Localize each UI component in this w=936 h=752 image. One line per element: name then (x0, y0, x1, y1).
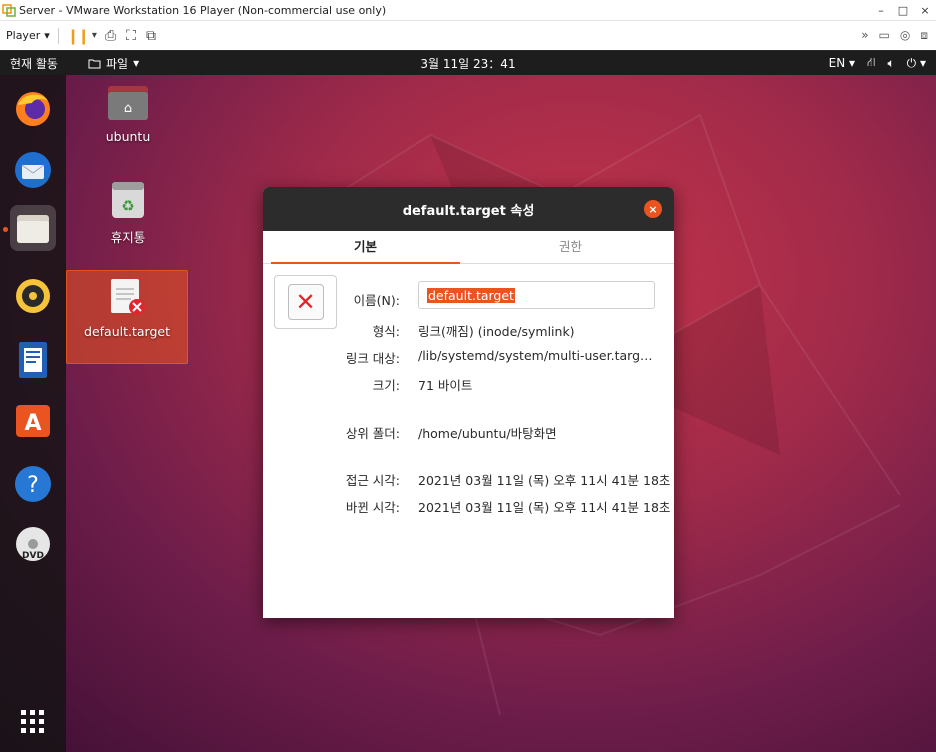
size-label: 크기: (372, 378, 400, 393)
parent-folder-value[interactable]: /home/ubuntu/바탕화면 (418, 423, 557, 442)
pause-dropdown-icon[interactable]: ▾ (92, 30, 97, 41)
files-app-menu[interactable]: 파일 ▾ (88, 55, 139, 72)
dialog-tabs: 기본 권한 (263, 231, 674, 264)
clock[interactable]: 3월 11일 23：41 (420, 57, 515, 71)
activities-button[interactable]: 현재 활동 (10, 55, 58, 72)
desktop-icon-default-target[interactable]: default.target (66, 270, 188, 364)
power-icon[interactable]: ⏻ ▾ (907, 56, 926, 71)
window-title: Server - VMware Workstation 16 Player (N… (19, 3, 387, 17)
desktop-icon-home[interactable]: ⌂ ubuntu (67, 82, 189, 144)
player-menu-label: Player (6, 29, 41, 42)
removable-device-icon[interactable]: ▭ (879, 28, 890, 43)
minimize-button[interactable]: – (870, 4, 892, 17)
files-menu-label: 파일 (105, 56, 129, 71)
type-label: 형식: (372, 324, 400, 339)
expand-toolbar-icon[interactable]: » (861, 28, 868, 43)
software-icon: A (16, 405, 50, 437)
dock-dvd[interactable]: DVD (10, 521, 56, 567)
tab-permissions[interactable]: 권한 (468, 231, 673, 263)
link-target-label: 링크 대상: (345, 351, 400, 366)
vmware-title-bar: Server - VMware Workstation 16 Player (N… (0, 0, 936, 21)
vmware-app-icon (2, 4, 16, 17)
desktop-icon-label: default.target (84, 324, 170, 339)
app-grid-icon (21, 710, 44, 733)
language-indicator[interactable]: EN ▾ (829, 56, 855, 70)
modified-label: 바뀐 시각: (345, 500, 400, 515)
svg-text:?: ? (27, 473, 39, 498)
svg-text:♻: ♻ (121, 197, 134, 215)
parent-folder-label: 상위 폴더: (345, 426, 400, 441)
name-field-value: default.target (427, 287, 515, 303)
svg-text:⌂: ⌂ (124, 101, 132, 116)
size-value: 71 바이트 (418, 378, 473, 393)
dialog-header: default.target 속성 × (263, 187, 674, 231)
dock-thunderbird[interactable] (10, 147, 56, 193)
desktop-icon-label: ubuntu (105, 129, 151, 144)
dock-files[interactable] (10, 205, 56, 251)
pause-icon[interactable]: ❙❙ (67, 27, 90, 45)
home-folder-icon: ⌂ (108, 86, 148, 120)
rhythmbox-icon (16, 279, 50, 313)
dock-libreoffice-writer[interactable] (10, 337, 56, 383)
desktop-icon-label: 휴지통 (110, 230, 146, 245)
toolbar-divider (57, 27, 59, 44)
unity-mode-icon[interactable]: ⧉ (146, 28, 156, 44)
send-ctrl-alt-del-icon[interactable]: ⎙ (105, 28, 116, 44)
running-indicator (3, 227, 8, 232)
firefox-icon (16, 92, 50, 126)
svg-text:DVD: DVD (22, 551, 44, 561)
ubuntu-dock: A ? DVD (0, 75, 66, 752)
cd-device-icon[interactable]: ◎ (900, 28, 910, 43)
vmware-toolbar: Player ▾ ❙❙ ▾ ⎙ ⛶ ⧉ » ▭ ◎ ⧈ (0, 21, 936, 50)
dock-help[interactable]: ? (10, 461, 56, 507)
dialog-title: default.target 속성 (402, 203, 535, 219)
broken-link-file-icon (111, 279, 145, 315)
trash-icon: ♻ (112, 182, 144, 218)
files-icon (17, 215, 49, 243)
network-device-icon[interactable]: ⧈ (920, 28, 928, 43)
volume-icon[interactable]: 🔈︎ (887, 56, 894, 71)
type-value: 링크(깨짐) (inode/symlink) (418, 324, 575, 339)
accessed-value: 2021년 03월 11일 (목) 오후 11시 41분 18초 (418, 473, 671, 488)
accessed-label: 접근 시각: (345, 473, 400, 488)
svg-text:A: A (24, 411, 41, 436)
tab-basic[interactable]: 기본 (263, 231, 468, 264)
dock-ubuntu-software[interactable]: A (10, 397, 56, 443)
writer-icon (19, 342, 47, 378)
ubuntu-top-bar: 현재 활동 파일 ▾ 3월 11일 23：41 EN ▾ ⛙ 🔈︎ ⏻ ▾ (0, 51, 936, 75)
show-applications-button[interactable] (10, 699, 56, 745)
help-icon: ? (15, 466, 51, 502)
name-label: 이름(N): (353, 293, 400, 308)
dock-firefox[interactable] (10, 85, 56, 131)
dialog-close-button[interactable]: × (644, 200, 662, 218)
network-icon[interactable]: ⛙ (867, 55, 875, 71)
maximize-button[interactable]: □ (892, 4, 914, 17)
desktop-icon-trash[interactable]: ♻ 휴지통 (67, 180, 189, 246)
folder-icon (88, 59, 101, 68)
chevron-down-icon: ▾ (44, 29, 50, 42)
thunderbird-icon (15, 152, 51, 188)
name-field[interactable]: default.target (418, 281, 655, 309)
language-label: EN (828, 56, 846, 70)
player-menu-button[interactable]: Player ▾ (6, 29, 50, 42)
close-icon: × (648, 202, 658, 216)
dvd-icon: DVD (16, 527, 50, 561)
dock-rhythmbox[interactable] (10, 273, 56, 319)
modified-value: 2021년 03월 11일 (목) 오후 11시 41분 18초 (418, 500, 671, 515)
close-window-button[interactable]: × (914, 4, 936, 17)
chevron-down-icon: ▾ (133, 56, 140, 70)
link-target-value: /lib/systemd/system/multi-user.targ… (418, 348, 653, 363)
properties-dialog: default.target 속성 × 기본 권한 ✕ 이름(N): defau… (263, 187, 674, 618)
fullscreen-icon[interactable]: ⛶ (126, 28, 136, 44)
